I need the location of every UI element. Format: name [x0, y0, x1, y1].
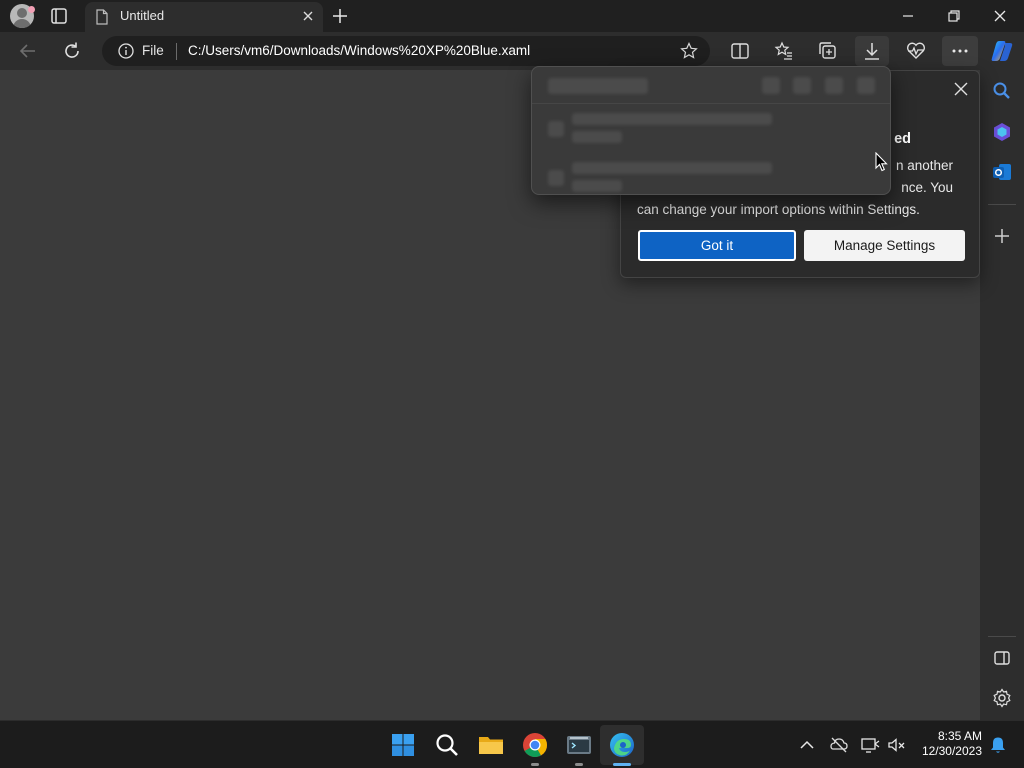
sidebar-copilot-icon[interactable]	[991, 121, 1013, 143]
tab-close-icon[interactable]	[301, 9, 315, 23]
sidebar-settings-icon[interactable]	[991, 687, 1013, 709]
flyout-action-placeholder[interactable]	[857, 77, 875, 94]
back-icon[interactable]	[17, 40, 39, 62]
minimize-icon[interactable]	[898, 6, 918, 26]
flyout-action-placeholder[interactable]	[793, 77, 811, 94]
collections-icon[interactable]	[817, 40, 839, 62]
terminal-icon[interactable]	[565, 731, 593, 759]
close-window-icon[interactable]	[990, 6, 1010, 26]
download-item-status-placeholder	[572, 131, 622, 143]
got-it-button[interactable]: Got it	[638, 230, 796, 261]
more-options-icon[interactable]	[949, 40, 971, 62]
address-scheme-label: File	[142, 43, 164, 58]
document-icon	[96, 9, 108, 25]
notifications-bell-icon[interactable]	[988, 735, 1008, 755]
show-hidden-icons-icon[interactable]	[797, 735, 817, 755]
download-item-icon-placeholder	[548, 170, 564, 186]
browser-essentials-icon[interactable]	[905, 40, 927, 62]
mouse-cursor-icon	[875, 152, 888, 172]
flyout-action-placeholder[interactable]	[825, 77, 843, 94]
profile-notification-dot	[28, 6, 35, 13]
address-url[interactable]: C:/Users/vm6/Downloads/Windows%20XP%20Bl…	[188, 43, 530, 58]
flyout-divider	[532, 103, 890, 104]
start-icon[interactable]	[389, 731, 417, 759]
sidebar-divider	[988, 204, 1016, 205]
downloads-flyout	[531, 66, 891, 195]
onedrive-offline-icon[interactable]	[829, 735, 849, 755]
address-bar[interactable]: File C:/Users/vm6/Downloads/Windows%20XP…	[102, 36, 710, 66]
title-bar: Untitled	[0, 0, 1024, 32]
copilot-icon[interactable]	[989, 38, 1015, 64]
flyout-action-placeholder[interactable]	[762, 77, 780, 94]
chrome-running-indicator	[531, 763, 539, 766]
favorites-icon[interactable]	[773, 40, 795, 62]
refresh-icon[interactable]	[61, 40, 83, 62]
file-explorer-icon[interactable]	[477, 731, 505, 759]
taskbar: 8:35 AM 12/30/2023	[0, 720, 1024, 768]
clock-date: 12/30/2023	[921, 744, 982, 758]
edge-active-indicator	[613, 763, 631, 766]
notification-line-3: can change your import options within Se…	[637, 202, 920, 217]
download-item-name-placeholder[interactable]	[572, 113, 772, 125]
split-screen-icon[interactable]	[729, 40, 751, 62]
manage-settings-button[interactable]: Manage Settings	[804, 230, 965, 261]
tab-actions-icon[interactable]	[48, 6, 70, 26]
downloads-icon[interactable]	[861, 40, 883, 62]
site-info-icon[interactable]	[118, 43, 134, 59]
download-item-icon-placeholder	[548, 121, 564, 137]
sidebar-outlook-icon[interactable]	[991, 161, 1013, 183]
download-item-name-placeholder[interactable]	[572, 162, 772, 174]
notification-close-icon[interactable]	[953, 81, 969, 97]
restore-icon[interactable]	[944, 6, 964, 26]
address-divider	[176, 43, 177, 60]
edge-sidebar	[980, 70, 1024, 720]
hide-sidebar-icon[interactable]	[991, 647, 1013, 669]
system-clock[interactable]: 8:35 AM 12/30/2023	[922, 729, 982, 759]
flyout-title-placeholder	[548, 78, 648, 94]
tab-untitled[interactable]: Untitled	[85, 2, 323, 32]
tab-title: Untitled	[120, 8, 165, 23]
download-item-status-placeholder	[572, 180, 622, 192]
chrome-icon[interactable]	[521, 731, 549, 759]
network-icon[interactable]	[860, 735, 880, 755]
terminal-running-indicator	[575, 763, 583, 766]
volume-muted-icon[interactable]	[887, 735, 907, 755]
favorite-star-icon[interactable]	[680, 42, 698, 60]
edge-icon[interactable]	[608, 731, 636, 759]
search-icon[interactable]	[433, 731, 461, 759]
sidebar-divider-bottom	[988, 636, 1016, 637]
clock-time: 8:35 AM	[937, 729, 982, 743]
sidebar-search-icon[interactable]	[991, 80, 1013, 102]
new-tab-icon[interactable]	[330, 6, 350, 26]
sidebar-add-icon[interactable]	[991, 225, 1013, 247]
